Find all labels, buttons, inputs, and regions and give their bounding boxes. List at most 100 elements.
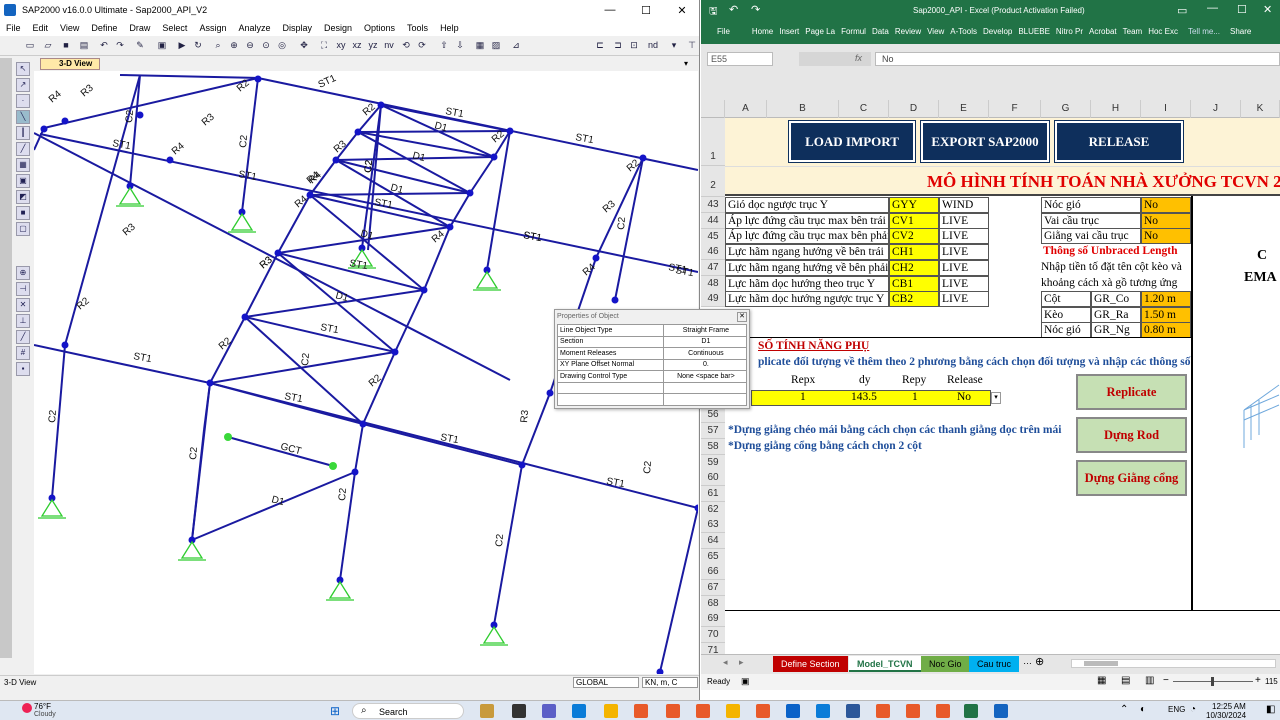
- tab-insert[interactable]: Insert: [779, 27, 799, 36]
- tab-acrobat[interactable]: Acrobat: [1089, 27, 1117, 36]
- col-header[interactable]: E: [939, 100, 989, 118]
- add-sheet-icon[interactable]: ⊕: [1035, 655, 1044, 668]
- units-select[interactable]: KN, m, C: [642, 677, 698, 688]
- notification-icon[interactable]: ◧: [1266, 704, 1275, 715]
- tab-bluebeam[interactable]: BLUEBE: [1018, 27, 1050, 36]
- row-header[interactable]: 58: [701, 439, 725, 455]
- brace-icon[interactable]: ╱: [16, 142, 30, 156]
- maximize-button[interactable]: ☐: [628, 0, 664, 20]
- zoom-window-icon[interactable]: ⌕: [212, 39, 224, 51]
- horizontal-scrollbar[interactable]: [1071, 659, 1276, 668]
- row-header[interactable]: 2: [701, 166, 725, 197]
- portal-bracing-button[interactable]: Dựng Giằng cổng: [1076, 460, 1187, 496]
- col-header[interactable]: B: [767, 100, 839, 118]
- option-value-cell[interactable]: No: [1141, 197, 1191, 213]
- explorer-icon[interactable]: [604, 704, 618, 718]
- unbraced-value-cell[interactable]: 1.50 m: [1141, 306, 1191, 323]
- widgets-icon[interactable]: [480, 704, 494, 718]
- pencil-icon[interactable]: ✎: [134, 39, 146, 51]
- prop-value[interactable]: 0.: [662, 358, 748, 371]
- more-sheets-icon[interactable]: …: [1023, 656, 1032, 666]
- tab-formulas[interactable]: Formul: [841, 27, 866, 36]
- tab-hoc-excel[interactable]: Hoc Exc: [1148, 27, 1178, 36]
- clock-date[interactable]: 10/30/2024: [1206, 711, 1246, 720]
- row-header[interactable]: 44: [701, 213, 725, 229]
- grid-icon[interactable]: ▦: [16, 158, 30, 172]
- draw-frame-icon[interactable]: ╲: [16, 110, 30, 124]
- folder-icon[interactable]: [726, 704, 740, 718]
- pan-icon[interactable]: ✥: [298, 39, 310, 51]
- new-icon[interactable]: ▭: [24, 39, 36, 51]
- row-header[interactable]: 47: [701, 260, 725, 276]
- row-header[interactable]: 65: [701, 549, 725, 565]
- app-icon[interactable]: [936, 704, 950, 718]
- col-header[interactable]: G: [1041, 100, 1091, 118]
- prev-sheet-icon[interactable]: ◂: [723, 657, 728, 668]
- option-value-cell[interactable]: No: [1141, 212, 1191, 229]
- app-icon[interactable]: [876, 704, 890, 718]
- menu-assign[interactable]: Assign: [199, 23, 226, 33]
- sheet-tab-noc-gio[interactable]: Noc Gio: [921, 656, 970, 672]
- row-header[interactable]: 57: [701, 423, 725, 439]
- view3d-icon[interactable]: ⛶: [318, 39, 330, 51]
- chevron-down-icon[interactable]: ▾: [668, 39, 680, 51]
- row-header[interactable]: 62: [701, 502, 725, 518]
- row-header[interactable]: 45: [701, 229, 725, 245]
- page-break-icon[interactable]: ▥: [1145, 675, 1154, 686]
- chart-icon[interactable]: ▨: [490, 39, 502, 51]
- row-header[interactable]: 59: [701, 455, 725, 471]
- unbraced-value-cell[interactable]: 1.20 m: [1141, 291, 1191, 307]
- zoom-slider-thumb[interactable]: [1211, 677, 1214, 686]
- row-header[interactable]: 56: [701, 407, 725, 423]
- row-header[interactable]: 60: [701, 470, 725, 486]
- formula-input[interactable]: No: [875, 52, 1280, 66]
- dy-value[interactable]: 143.5: [851, 391, 877, 403]
- pin-icon[interactable]: ⊤: [686, 39, 698, 51]
- load-code-cell[interactable]: GYY: [889, 197, 939, 213]
- weather-temp[interactable]: 76°F: [34, 702, 51, 711]
- search-box[interactable]: ⌕ Search: [352, 703, 464, 719]
- unbraced-prefix-cell[interactable]: GR_Ng: [1091, 322, 1141, 339]
- normal-view-icon[interactable]: ▦: [1097, 675, 1106, 686]
- name-box[interactable]: E55: [707, 52, 773, 66]
- load-code-cell[interactable]: CH2: [889, 259, 939, 276]
- row-header[interactable]: 49: [701, 291, 725, 307]
- col-header[interactable]: H: [1091, 100, 1141, 118]
- col-header[interactable]: F: [989, 100, 1041, 118]
- rotate-left-icon[interactable]: ⟲: [400, 39, 412, 51]
- snap-fine-icon[interactable]: ▪: [16, 362, 30, 376]
- view-yz-button[interactable]: yz: [366, 39, 380, 51]
- frame-icon[interactable]: ⊏: [594, 39, 606, 51]
- app-icon[interactable]: [756, 704, 770, 718]
- sheet-tab-cau-truc[interactable]: Cau truc: [969, 656, 1020, 672]
- wifi-icon[interactable]: ◔: [1190, 704, 1196, 715]
- tray-chevron-icon[interactable]: ⌃: [1120, 704, 1128, 715]
- clock-time[interactable]: 12:25 AM: [1212, 702, 1246, 711]
- refresh-icon[interactable]: ↻: [192, 39, 204, 51]
- scrollbar-thumb[interactable]: [1084, 661, 1118, 666]
- col-header[interactable]: K: [1241, 100, 1280, 118]
- lock-icon[interactable]: ▣: [156, 39, 168, 51]
- app-icon[interactable]: [906, 704, 920, 718]
- sheet-tab-model-tcvn[interactable]: Model_TCVN: [849, 656, 921, 672]
- view-nd-button[interactable]: nd: [646, 39, 660, 51]
- weather-icon[interactable]: [22, 703, 32, 713]
- release-value[interactable]: No: [957, 391, 971, 403]
- area-icon[interactable]: ▣: [16, 174, 30, 188]
- app-icon[interactable]: [696, 704, 710, 718]
- teams-icon[interactable]: [542, 704, 556, 718]
- menu-file[interactable]: File: [6, 23, 21, 33]
- coord-system-select[interactable]: GLOBAL: [573, 677, 639, 688]
- view-xz-button[interactable]: xz: [350, 39, 364, 51]
- snap-ends-icon[interactable]: ⊣: [16, 282, 30, 296]
- share-button[interactable]: Share: [1230, 27, 1251, 36]
- close-button[interactable]: ✕: [664, 0, 699, 20]
- load-import-button[interactable]: LOAD IMPORT: [789, 121, 915, 162]
- row-header[interactable]: 63: [701, 517, 725, 533]
- col-header[interactable]: I: [1141, 100, 1191, 118]
- menu-tools[interactable]: Tools: [407, 23, 428, 33]
- weather-desc[interactable]: Cloudy: [34, 711, 56, 718]
- tab-data[interactable]: Data: [872, 27, 889, 36]
- point-icon[interactable]: ·: [16, 94, 30, 108]
- row-header[interactable]: 67: [701, 580, 725, 596]
